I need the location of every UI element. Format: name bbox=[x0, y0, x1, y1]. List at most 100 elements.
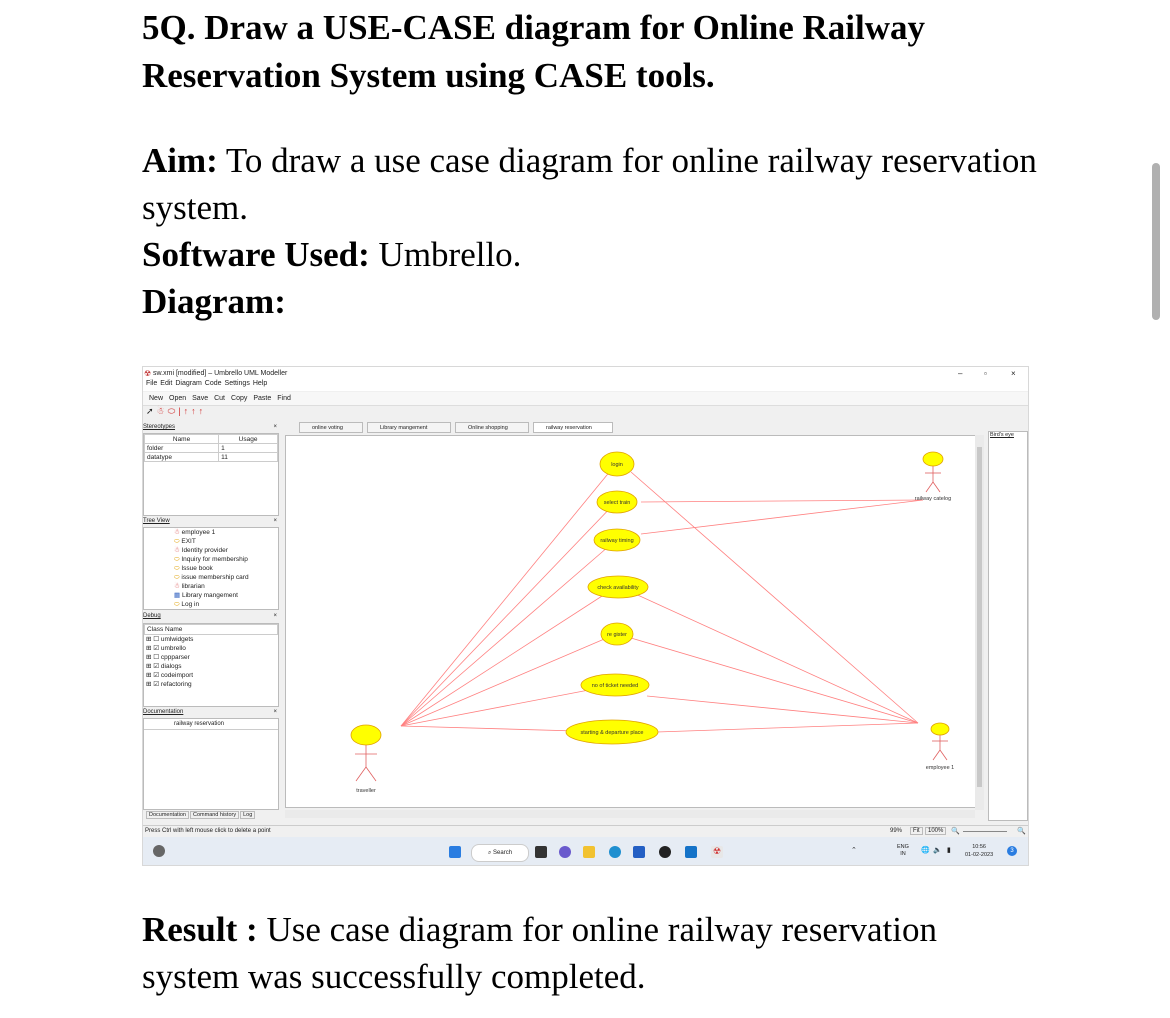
close-panel-icon[interactable]: × bbox=[273, 709, 277, 715]
column-name[interactable]: Name bbox=[143, 434, 220, 444]
open-button[interactable]: Open bbox=[169, 395, 186, 402]
actor-railway-catelog[interactable]: railway catelog bbox=[915, 451, 951, 502]
actor-traveller[interactable]: traveller bbox=[350, 724, 382, 794]
debug-item[interactable]: ⊞ ☐ cppparser bbox=[144, 653, 278, 662]
zoom-slider[interactable] bbox=[963, 831, 1007, 832]
table-row[interactable]: datatype 11 bbox=[143, 452, 278, 462]
tab-online-voting[interactable]: online voting bbox=[299, 422, 363, 433]
actor-employee-1[interactable]: employee 1 bbox=[926, 722, 954, 771]
app-icon[interactable] bbox=[685, 846, 697, 858]
chat-icon[interactable] bbox=[559, 846, 571, 858]
debug-panel: Class Name ⊞ ☐ umlwidgets ⊞ ☑ umbrello ⊞… bbox=[143, 623, 279, 707]
close-panel-icon[interactable]: × bbox=[273, 424, 277, 430]
documentation-field[interactable]: railway reservation bbox=[144, 719, 278, 730]
table-row[interactable]: folder 1 bbox=[143, 443, 278, 453]
checkbox[interactable]: ☑ bbox=[153, 663, 159, 670]
zoom-out-icon[interactable]: 🔍 bbox=[951, 827, 960, 835]
dell-icon[interactable] bbox=[659, 846, 671, 858]
tree-item[interactable]: ⬭ Inquiry for membership bbox=[172, 555, 278, 564]
maximize-icon[interactable]: ▫ bbox=[984, 369, 987, 378]
task-view-icon[interactable] bbox=[535, 846, 547, 858]
find-button[interactable]: Find bbox=[277, 395, 291, 402]
debug-item[interactable]: ⊞ ☑ dialogs bbox=[144, 662, 278, 671]
tab-documentation[interactable]: Documentation bbox=[146, 811, 189, 819]
zoom-100-button[interactable]: 100% bbox=[925, 827, 947, 835]
tree-item[interactable]: ⬭ Log in bbox=[172, 600, 278, 609]
canvas-scroll-thumb[interactable] bbox=[977, 447, 982, 787]
store-icon[interactable] bbox=[633, 846, 645, 858]
diagram-toolbar: ➚ ☃ ⬭ | ↑ ↑ ↑ bbox=[143, 406, 293, 418]
cut-button[interactable]: Cut bbox=[214, 395, 225, 402]
tree-item[interactable]: ⬭ Issue book bbox=[172, 564, 278, 573]
minimize-icon[interactable]: – bbox=[958, 369, 962, 378]
close-icon[interactable]: × bbox=[1011, 369, 1016, 378]
checkbox[interactable]: ☑ bbox=[153, 645, 159, 652]
documentation-header: Documentation × bbox=[143, 709, 279, 718]
arrow-up-icon[interactable]: ↑ bbox=[199, 406, 204, 416]
checkbox[interactable]: ☐ bbox=[153, 636, 159, 643]
paste-button[interactable]: Paste bbox=[253, 395, 271, 402]
tab-online-shopping[interactable]: Online shopping bbox=[455, 422, 529, 433]
result-text: Use case diagram for online railway rese… bbox=[142, 910, 937, 996]
file-explorer-icon[interactable] bbox=[583, 846, 595, 858]
start-icon[interactable] bbox=[449, 846, 461, 858]
umbrello-logo-icon: ☢ bbox=[144, 369, 152, 378]
debug-item[interactable]: ⊞ ☑ refactoring bbox=[144, 680, 278, 689]
tab-library-mangement[interactable]: Library mangement bbox=[367, 422, 451, 433]
stereotypes-panel: Name Usage folder 1 datatype 11 bbox=[143, 433, 279, 516]
menu-file[interactable]: File bbox=[146, 380, 157, 387]
class-name-header[interactable]: Class Name bbox=[144, 624, 278, 635]
arrow-up-icon[interactable]: ↑ bbox=[184, 406, 189, 416]
umbrello-screenshot: ☢ sw.xmi [modified] – Umbrello UML Model… bbox=[142, 366, 1029, 866]
close-panel-icon[interactable]: × bbox=[273, 613, 277, 619]
checkbox[interactable]: ☑ bbox=[153, 672, 159, 679]
close-panel-icon[interactable]: × bbox=[273, 518, 277, 524]
tree-item[interactable]: ☃ librarian bbox=[172, 582, 278, 591]
network-icon[interactable]: 🌐 bbox=[921, 846, 930, 854]
diagram-canvas[interactable]: login select train railway timing check … bbox=[285, 435, 984, 808]
tray-chevron-icon[interactable]: ⌃ bbox=[851, 846, 857, 854]
language-indicator[interactable]: ENG IN bbox=[897, 844, 909, 858]
tree-item[interactable]: ⬭ EXIT bbox=[172, 537, 278, 546]
menu-edit[interactable]: Edit bbox=[160, 380, 172, 387]
fit-button[interactable]: Fit bbox=[910, 827, 923, 835]
tree-item[interactable]: ☃ Identity provider bbox=[172, 546, 278, 555]
checkbox[interactable]: ☐ bbox=[153, 654, 159, 661]
tab-command-history[interactable]: Command history bbox=[190, 811, 240, 819]
edge-icon[interactable] bbox=[609, 846, 621, 858]
clock[interactable]: 10:56 01-02-2023 bbox=[965, 843, 993, 859]
aim-label: Aim: bbox=[142, 141, 218, 180]
tree-item[interactable]: ⬭ issue membership card bbox=[172, 573, 278, 582]
menu-diagram[interactable]: Diagram bbox=[175, 380, 201, 387]
debug-item[interactable]: ⊞ ☑ umbrello bbox=[144, 644, 278, 653]
volume-icon[interactable]: 🔈 bbox=[933, 846, 942, 854]
notification-badge[interactable]: 3 bbox=[1007, 846, 1017, 856]
tree-item[interactable]: ☃ employee 1 bbox=[172, 528, 278, 537]
new-button[interactable]: New bbox=[149, 395, 163, 402]
save-button[interactable]: Save bbox=[192, 395, 208, 402]
debug-item[interactable]: ⊞ ☐ umlwidgets bbox=[144, 635, 278, 644]
weather-icon[interactable] bbox=[153, 845, 165, 857]
menu-code[interactable]: Code bbox=[205, 380, 222, 387]
tab-log[interactable]: Log bbox=[240, 811, 256, 819]
checkbox[interactable]: ☑ bbox=[153, 681, 159, 688]
menu-settings[interactable]: Settings bbox=[225, 380, 250, 387]
arrow-up-icon[interactable]: ↑ bbox=[191, 406, 196, 416]
usecase-tool-icon[interactable]: ⬭ bbox=[168, 406, 176, 417]
search-button[interactable]: ⌕ Search bbox=[471, 844, 529, 862]
tab-railway-reservation[interactable]: railway reservation bbox=[533, 422, 613, 433]
battery-icon[interactable]: ▮ bbox=[947, 846, 951, 854]
page-scrollbar[interactable] bbox=[1152, 163, 1160, 320]
documentation-panel: railway reservation bbox=[143, 718, 279, 810]
zoom-in-icon[interactable]: 🔍 bbox=[1017, 827, 1026, 835]
actor-tool-icon[interactable]: ☃ bbox=[157, 406, 165, 417]
menu-help[interactable]: Help bbox=[253, 380, 267, 387]
debug-item[interactable]: ⊞ ☑ codeimport bbox=[144, 671, 278, 680]
select-arrow-icon[interactable]: ➚ bbox=[146, 406, 154, 417]
canvas-horizontal-scrollbar[interactable] bbox=[285, 810, 975, 818]
column-usage[interactable]: Usage bbox=[218, 434, 278, 444]
copy-button[interactable]: Copy bbox=[231, 395, 247, 402]
tree-item[interactable]: ▦ Library mangement bbox=[172, 591, 278, 600]
umbrello-taskbar-icon[interactable]: ☢ bbox=[711, 846, 723, 858]
association-tool-icon[interactable]: | bbox=[178, 406, 180, 416]
